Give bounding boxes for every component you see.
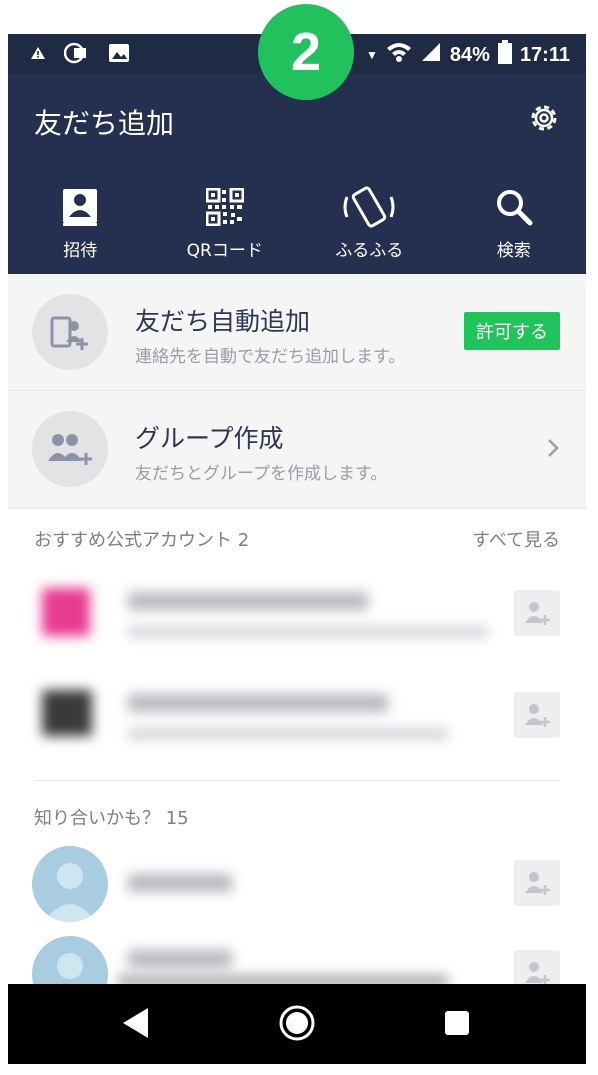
contact-card-icon [61,182,99,232]
avatar [32,846,108,922]
nav-qr-code[interactable]: QRコード [153,182,298,274]
wifi-icon [386,41,412,69]
chevron-right-icon [546,437,560,463]
person-name [128,874,232,892]
group-subtitle: 友だちとグループを作成します。 [135,464,388,484]
home-button[interactable] [278,1004,316,1046]
nav-search[interactable]: 検索 [442,182,587,274]
nav-label: ふるふる [335,241,404,261]
cast-icon [63,42,90,68]
divider [34,780,560,781]
battery-percent: 84% [449,43,490,66]
search-icon [494,182,534,232]
add-friend-button[interactable] [514,590,560,636]
back-button[interactable] [120,1006,150,1044]
official-accounts-heading: おすすめ公式アカウント 2 [34,530,250,551]
nav-invite[interactable]: 招待 [8,182,153,274]
list-item[interactable] [8,566,586,666]
battery-icon [497,40,512,70]
nav-label: QRコード [186,241,263,261]
list-item[interactable] [8,840,586,928]
account-description [128,728,448,740]
nav-shake[interactable]: ふるふる [297,182,442,274]
clock: 17:11 [519,43,570,66]
nav-label: 検索 [496,241,531,261]
action-nav: 招待 QRコード ふるふる 検索 [8,182,586,274]
allow-button[interactable]: 許可する [464,312,560,350]
auto-add-icon [32,294,108,370]
person-name [128,950,232,968]
auto-add-title: 友だち自動追加 [135,307,311,336]
recents-button[interactable] [444,1010,470,1040]
account-avatar [42,588,90,636]
group-icon [32,411,108,487]
dropdown-indicator-icon: ▼ [366,48,378,62]
account-description [128,626,488,638]
account-name [128,694,388,712]
people-you-may-know-heading: 知り合いかも？ 15 [34,808,189,829]
auto-add-row[interactable]: 友だち自動追加 連絡先を自動で友だち追加します。 許可する [8,274,586,391]
system-nav-bar [8,984,586,1064]
account-name [128,592,368,610]
add-friend-button[interactable] [514,860,560,906]
see-all-link[interactable]: すべて見る [472,526,560,552]
header: 友だち追加 招待 QRコード ふるふる 検索 [8,74,586,274]
account-avatar [42,690,92,736]
create-group-row[interactable]: グループ作成 友だちとグループを作成します。 [8,391,586,508]
suggestions-section: おすすめ公式アカウント 2 すべて見る 知り合いかも？ 15 [8,510,586,1012]
page-title: 友だち追加 [34,107,175,140]
add-friend-button[interactable] [514,692,560,738]
phone-screen: ▼ 84% 17:11 友だち追加 招待 QRコード ふるふる 検索 友だち自動… [8,34,586,1064]
step-badge: 2 [258,4,354,100]
group-title: グループ作成 [135,424,284,453]
image-icon [108,43,130,67]
alert-icon [30,45,46,65]
gear-icon[interactable] [528,102,560,134]
shake-phone-icon [341,182,397,232]
signal-icon [420,41,442,69]
auto-add-subtitle: 連絡先を自動で友だち追加します。 [135,347,406,367]
nav-label: 招待 [63,241,98,261]
qr-code-icon [205,182,244,232]
list-item[interactable] [8,668,586,768]
